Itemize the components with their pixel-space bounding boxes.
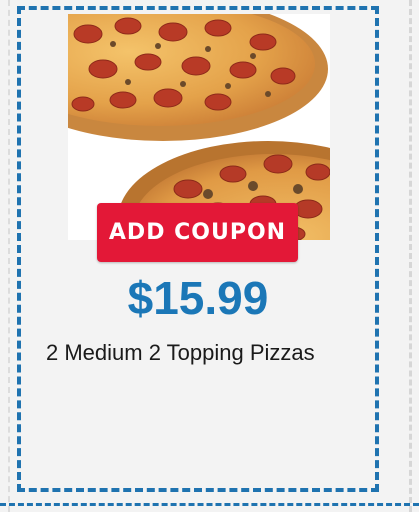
left-coupon-edge bbox=[0, 0, 10, 512]
right-coupon-edge bbox=[409, 0, 412, 512]
add-coupon-button[interactable]: ADD COUPON bbox=[97, 203, 298, 262]
bottom-coupon-edge bbox=[0, 503, 419, 506]
coupon-page: ADD COUPON $15.99 2 Medium 2 Topping Piz… bbox=[0, 0, 419, 512]
coupon-description: 2 Medium 2 Topping Pizzas bbox=[46, 340, 315, 365]
coupon-price: $15.99 bbox=[127, 272, 269, 324]
